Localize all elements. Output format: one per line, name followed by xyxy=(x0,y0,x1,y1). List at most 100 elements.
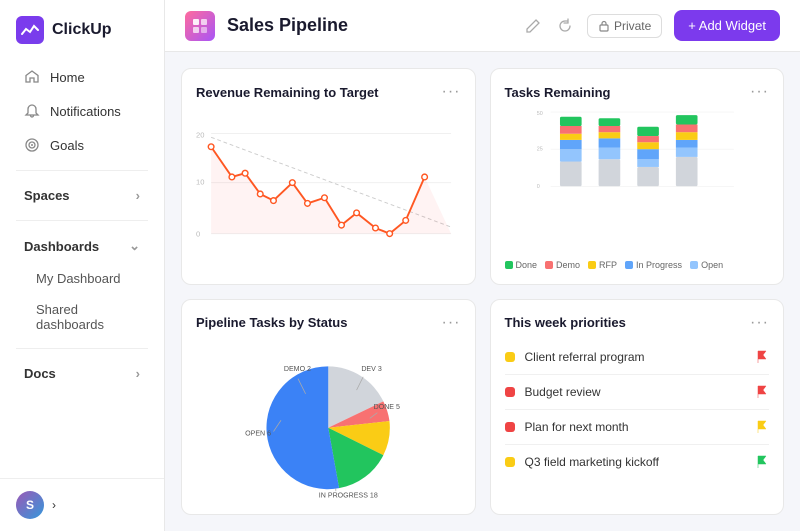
docs-chevron: › xyxy=(136,366,140,381)
tasks-widget: Tasks Remaining ··· 50 25 0 xyxy=(490,68,785,285)
priority-dot xyxy=(505,352,515,362)
clickup-logo-icon xyxy=(16,16,44,44)
bell-icon xyxy=(24,103,40,119)
target-icon xyxy=(24,137,40,153)
private-label: Private xyxy=(614,19,651,33)
sidebar-footer: S › xyxy=(0,478,164,531)
pie-chart-area: DEMO 2 DEV 3 DONE 5 IN PROGRESS 18 OPEN … xyxy=(196,340,461,501)
sidebar-item-dashboards[interactable]: Dashboards ⌄ xyxy=(8,230,156,262)
priority-dot xyxy=(505,457,515,467)
flag-icon xyxy=(756,350,768,364)
grid-icon xyxy=(191,17,209,35)
revenue-chart-area: 20 10 0 xyxy=(196,109,461,270)
dashboards-label: Dashboards xyxy=(24,239,99,254)
pipeline-widget: Pipeline Tasks by Status ··· xyxy=(181,299,476,516)
pipeline-widget-menu[interactable]: ··· xyxy=(442,314,461,332)
sidebar-item-goals[interactable]: Goals xyxy=(8,129,156,161)
avatar[interactable]: S xyxy=(16,491,44,519)
tasks-bar-chart: 50 25 0 xyxy=(505,109,770,254)
priority-item: Client referral program xyxy=(505,340,770,375)
priority-item: Plan for next month xyxy=(505,410,770,445)
header-actions: Private + Add Widget xyxy=(523,10,780,41)
legend-open: Open xyxy=(690,260,723,270)
page-title: Sales Pipeline xyxy=(227,15,348,36)
open-label: Open xyxy=(701,260,723,270)
revenue-widget-header: Revenue Remaining to Target ··· xyxy=(196,83,461,101)
sidebar-item-notifications[interactable]: Notifications xyxy=(8,95,156,127)
nav-divider-1 xyxy=(16,170,148,171)
refresh-icon[interactable] xyxy=(555,16,575,36)
footer-chevron: › xyxy=(52,498,56,512)
add-widget-button[interactable]: + Add Widget xyxy=(674,10,780,41)
docs-label: Docs xyxy=(24,366,56,381)
sidebar-item-spaces[interactable]: Spaces › xyxy=(8,180,156,211)
inprogress-label: In Progress xyxy=(636,260,682,270)
priority-flag xyxy=(755,350,769,364)
sidebar-item-home[interactable]: Home xyxy=(8,61,156,93)
rfp-label: RFP xyxy=(599,260,617,270)
rfp-dot xyxy=(588,261,596,269)
revenue-widget: Revenue Remaining to Target ··· 20 10 0 xyxy=(181,68,476,285)
svg-text:0: 0 xyxy=(196,229,200,238)
priorities-widget-title: This week priorities xyxy=(505,315,626,330)
sidebar: ClickUp Home Notifications Goals xyxy=(0,0,165,531)
home-label: Home xyxy=(50,70,85,85)
shared-dashboards-label: Shared dashboards xyxy=(36,302,140,332)
priority-text: Plan for next month xyxy=(525,420,746,434)
priority-item: Budget review xyxy=(505,375,770,410)
logo: ClickUp xyxy=(0,0,164,56)
sidebar-item-shared-dashboards[interactable]: Shared dashboards xyxy=(8,295,156,339)
flag-icon xyxy=(756,385,768,399)
priority-flag xyxy=(755,385,769,399)
priority-text: Q3 field marketing kickoff xyxy=(525,455,746,469)
legend-rfp: RFP xyxy=(588,260,617,270)
pipeline-widget-title: Pipeline Tasks by Status xyxy=(196,315,347,330)
lock-icon xyxy=(598,20,610,32)
spaces-label: Spaces xyxy=(24,188,70,203)
svg-text:DEMO 2: DEMO 2 xyxy=(284,365,311,373)
edit-icon[interactable] xyxy=(523,16,543,36)
revenue-chart-svg: 20 10 0 xyxy=(196,109,461,270)
tasks-widget-menu[interactable]: ··· xyxy=(750,83,769,101)
svg-text:20: 20 xyxy=(196,130,204,139)
tasks-chart-svg: 50 25 0 xyxy=(505,109,770,194)
svg-text:25: 25 xyxy=(536,147,542,153)
revenue-widget-menu[interactable]: ··· xyxy=(442,83,461,101)
legend-done: Done xyxy=(505,260,538,270)
svg-text:50: 50 xyxy=(536,111,542,117)
priority-flag xyxy=(755,420,769,434)
goals-label: Goals xyxy=(50,138,84,153)
svg-text:10: 10 xyxy=(196,178,204,187)
priority-dot xyxy=(505,387,515,397)
priority-dot xyxy=(505,422,515,432)
priority-item: Q3 field marketing kickoff xyxy=(505,445,770,479)
svg-text:IN PROGRESS 18: IN PROGRESS 18 xyxy=(319,491,378,499)
sidebar-item-my-dashboard[interactable]: My Dashboard xyxy=(8,264,156,293)
legend-inprogress: In Progress xyxy=(625,260,682,270)
priorities-widget-menu[interactable]: ··· xyxy=(750,314,769,332)
demo-dot xyxy=(545,261,553,269)
tasks-legend: Done Demo RFP In Progress Open xyxy=(505,260,770,270)
priority-list: Client referral program Budget review Pl… xyxy=(505,340,770,501)
tasks-widget-title: Tasks Remaining xyxy=(505,85,611,100)
svg-text:0: 0 xyxy=(536,184,539,190)
private-badge[interactable]: Private xyxy=(587,14,662,38)
open-dot xyxy=(690,261,698,269)
priority-flag xyxy=(755,455,769,469)
logo-text: ClickUp xyxy=(52,21,112,39)
sales-pipeline-icon xyxy=(185,11,215,41)
sidebar-navigation: Home Notifications Goals Spaces › Dashbo… xyxy=(0,56,164,394)
priority-text: Budget review xyxy=(525,385,746,399)
svg-text:DEV 3: DEV 3 xyxy=(361,365,382,373)
notifications-label: Notifications xyxy=(50,104,121,119)
pipeline-widget-header: Pipeline Tasks by Status ··· xyxy=(196,314,461,332)
dashboard-grid: Revenue Remaining to Target ··· 20 10 0 xyxy=(165,52,800,531)
flag-icon xyxy=(756,455,768,469)
priority-text: Client referral program xyxy=(525,350,746,364)
legend-demo: Demo xyxy=(545,260,580,270)
svg-text:DONE 5: DONE 5 xyxy=(374,402,400,410)
nav-divider-3 xyxy=(16,348,148,349)
done-label: Done xyxy=(516,260,538,270)
tasks-widget-header: Tasks Remaining ··· xyxy=(505,83,770,101)
sidebar-item-docs[interactable]: Docs › xyxy=(8,358,156,389)
